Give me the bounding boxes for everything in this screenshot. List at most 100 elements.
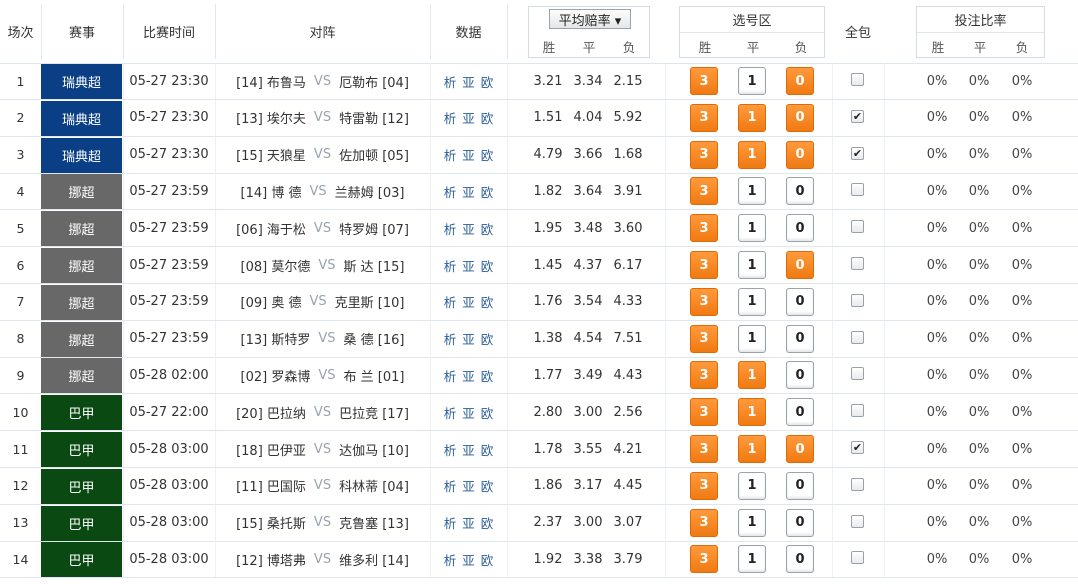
away-team[interactable]: 巴拉竞 [17] (339, 403, 409, 422)
pick-lose-button[interactable]: 0 (786, 67, 814, 95)
all-in-checkbox[interactable] (851, 551, 864, 565)
all-in-checkbox[interactable] (851, 293, 864, 307)
euro-odds-link[interactable]: 欧 (481, 329, 494, 348)
pick-lose-button[interactable]: 0 (786, 324, 814, 353)
pick-draw-button[interactable]: 1 (738, 214, 766, 243)
pick-draw-button[interactable]: 1 (738, 435, 766, 463)
pick-draw-button[interactable]: 1 (738, 545, 766, 574)
pick-draw-button[interactable]: 1 (738, 140, 766, 169)
euro-odds-link[interactable]: 欧 (481, 72, 494, 91)
home-team[interactable]: [13] 斯特罗 (241, 329, 311, 348)
all-in-checkbox[interactable] (851, 183, 864, 197)
home-team[interactable]: [12] 博塔弗 (236, 550, 306, 569)
home-team[interactable]: [15] 桑托斯 (236, 513, 306, 532)
analysis-link[interactable]: 析 (444, 513, 457, 532)
pick-lose-button[interactable]: 0 (786, 287, 814, 316)
analysis-link[interactable]: 析 (444, 403, 457, 422)
pick-lose-button[interactable]: 0 (786, 251, 814, 279)
home-team[interactable]: [14] 布鲁马 (236, 72, 306, 91)
asian-odds-link[interactable]: 亚 (462, 219, 475, 238)
away-team[interactable]: 维多利 [14] (339, 550, 409, 569)
pick-win-button[interactable]: 3 (690, 508, 718, 537)
pick-win-button[interactable]: 3 (690, 471, 718, 500)
league-badge[interactable]: 挪超 (41, 174, 122, 210)
euro-odds-link[interactable]: 欧 (481, 513, 494, 532)
away-team[interactable]: 兰赫姆 [03] (335, 182, 405, 201)
away-team[interactable]: 克鲁塞 [13] (339, 513, 409, 532)
home-team[interactable]: [06] 海于松 (236, 219, 306, 238)
league-badge[interactable]: 挪超 (41, 358, 122, 394)
asian-odds-link[interactable]: 亚 (462, 440, 475, 459)
home-team[interactable]: [15] 天狼星 (236, 145, 306, 164)
pick-win-button[interactable]: 3 (690, 398, 718, 427)
euro-odds-link[interactable]: 欧 (481, 476, 494, 495)
pick-lose-button[interactable]: 0 (786, 140, 814, 169)
home-team[interactable]: [08] 莫尔德 (241, 256, 311, 275)
analysis-link[interactable]: 析 (444, 292, 457, 311)
all-in-checkbox[interactable] (851, 220, 864, 234)
league-badge[interactable]: 挪超 (41, 321, 122, 357)
away-team[interactable]: 科林蒂 [04] (339, 476, 409, 495)
pick-lose-button[interactable]: 0 (786, 398, 814, 427)
league-badge[interactable]: 挪超 (41, 248, 122, 283)
league-badge[interactable]: 瑞典超 (41, 137, 122, 173)
asian-odds-link[interactable]: 亚 (462, 182, 475, 201)
pick-draw-button[interactable]: 1 (738, 324, 766, 353)
away-team[interactable]: 厄勒布 [04] (339, 72, 409, 91)
asian-odds-link[interactable]: 亚 (462, 403, 475, 422)
league-badge[interactable]: 巴甲 (41, 432, 122, 467)
league-badge[interactable]: 瑞典超 (41, 100, 122, 136)
pick-lose-button[interactable]: 0 (786, 435, 814, 463)
pick-win-button[interactable]: 3 (690, 324, 718, 353)
pick-win-button[interactable]: 3 (690, 214, 718, 243)
pick-win-button[interactable]: 3 (690, 361, 718, 390)
home-team[interactable]: [14] 博 德 (241, 182, 302, 201)
euro-odds-link[interactable]: 欧 (481, 219, 494, 238)
all-in-checkbox[interactable] (851, 330, 864, 344)
pick-draw-button[interactable]: 1 (738, 361, 766, 390)
analysis-link[interactable]: 析 (444, 72, 457, 91)
pick-win-button[interactable]: 3 (690, 435, 718, 463)
euro-odds-link[interactable]: 欧 (481, 550, 494, 569)
all-in-checkbox[interactable]: ✔ (851, 109, 864, 123)
pick-win-button[interactable]: 3 (690, 140, 718, 169)
pick-draw-button[interactable]: 1 (738, 103, 766, 132)
asian-odds-link[interactable]: 亚 (462, 550, 475, 569)
euro-odds-link[interactable]: 欧 (481, 256, 494, 275)
pick-draw-button[interactable]: 1 (738, 398, 766, 427)
home-team[interactable]: [09] 奥 德 (241, 292, 302, 311)
pick-lose-button[interactable]: 0 (786, 361, 814, 390)
pick-lose-button[interactable]: 0 (786, 471, 814, 500)
home-team[interactable]: [18] 巴伊亚 (236, 440, 306, 459)
league-badge[interactable]: 挪超 (41, 284, 122, 320)
euro-odds-link[interactable]: 欧 (481, 403, 494, 422)
pick-draw-button[interactable]: 1 (738, 471, 766, 500)
league-badge[interactable]: 巴甲 (41, 395, 122, 431)
pick-win-button[interactable]: 3 (690, 67, 718, 95)
pick-lose-button[interactable]: 0 (786, 177, 814, 206)
analysis-link[interactable]: 析 (444, 256, 457, 275)
asian-odds-link[interactable]: 亚 (462, 292, 475, 311)
home-team[interactable]: [13] 埃尔夫 (236, 108, 306, 127)
analysis-link[interactable]: 析 (444, 550, 457, 569)
pick-lose-button[interactable]: 0 (786, 545, 814, 574)
pick-draw-button[interactable]: 1 (738, 67, 766, 95)
asian-odds-link[interactable]: 亚 (462, 329, 475, 348)
all-in-checkbox[interactable]: ✔ (851, 146, 864, 160)
euro-odds-link[interactable]: 欧 (481, 440, 494, 459)
pick-lose-button[interactable]: 0 (786, 508, 814, 537)
home-team[interactable]: [02] 罗森博 (241, 366, 311, 385)
euro-odds-link[interactable]: 欧 (481, 292, 494, 311)
league-badge[interactable]: 瑞典超 (41, 64, 122, 99)
analysis-link[interactable]: 析 (444, 329, 457, 348)
analysis-link[interactable]: 析 (444, 182, 457, 201)
all-in-checkbox[interactable] (851, 514, 864, 528)
pick-win-button[interactable]: 3 (690, 287, 718, 316)
euro-odds-link[interactable]: 欧 (481, 145, 494, 164)
away-team[interactable]: 桑 德 [16] (344, 329, 405, 348)
pick-win-button[interactable]: 3 (690, 251, 718, 279)
league-badge[interactable]: 巴甲 (41, 468, 122, 504)
away-team[interactable]: 特罗姆 [07] (339, 219, 409, 238)
analysis-link[interactable]: 析 (444, 145, 457, 164)
pick-win-button[interactable]: 3 (690, 177, 718, 206)
